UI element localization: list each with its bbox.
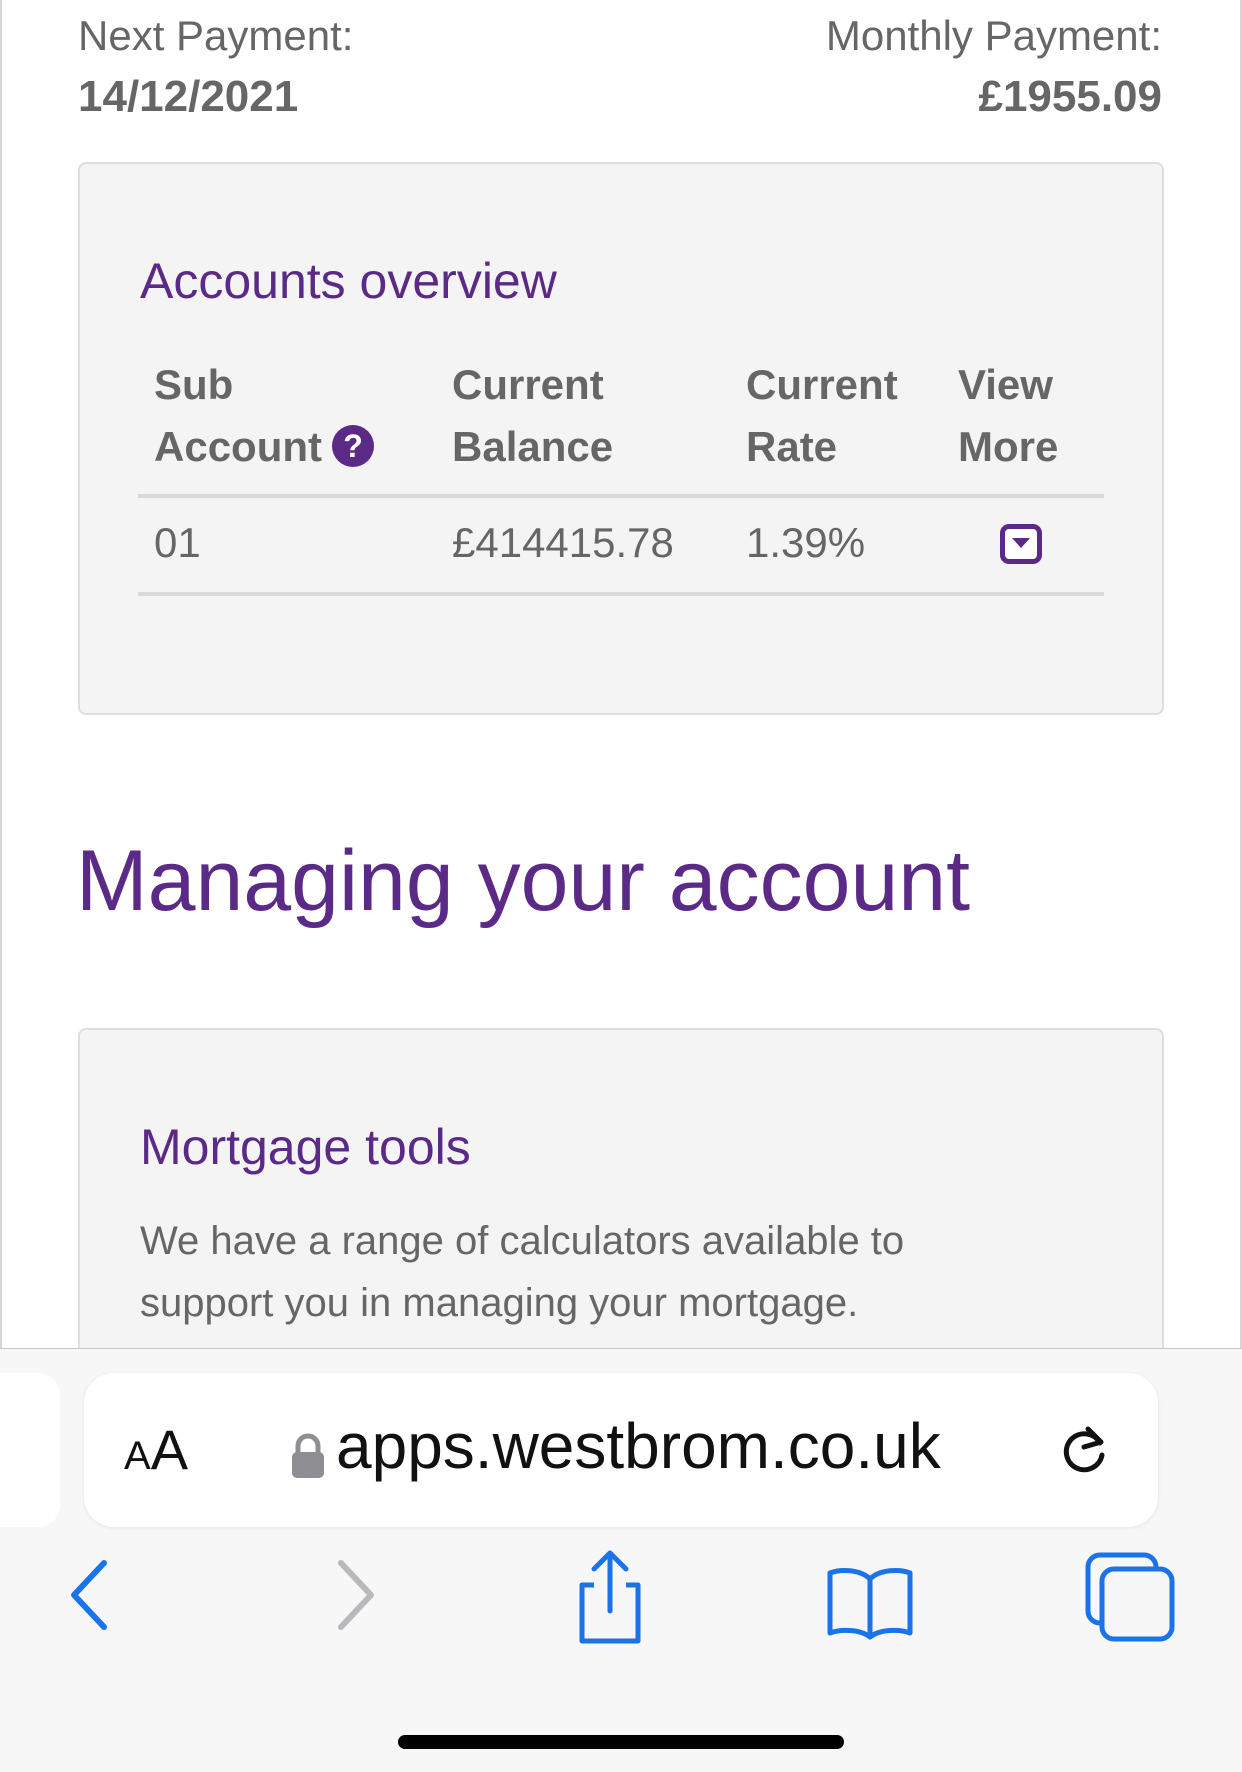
header-view-line2: More: [958, 423, 1059, 470]
previous-tab-preview[interactable]: [0, 1373, 60, 1527]
bookmarks-icon[interactable]: [820, 1545, 920, 1645]
monthly-payment-label: Monthly Payment:: [825, 12, 1162, 59]
header-current-balance: Current Balance: [452, 354, 613, 478]
monthly-payment-value: £1955.09: [978, 72, 1162, 121]
forward-icon[interactable]: [305, 1545, 405, 1645]
header-view-line1: View: [958, 361, 1053, 408]
url-text: apps.westbrom.co.uk: [336, 1410, 941, 1482]
header-balance-line2: Balance: [452, 423, 614, 470]
header-sub-account-line2: Account: [154, 423, 322, 470]
home-indicator: [398, 1735, 844, 1749]
header-rate-line2: Rate: [746, 423, 838, 470]
web-page: Next Payment: 14/12/2021 Monthly Payment…: [0, 0, 1242, 1348]
accounts-overview-card: Accounts overview Sub Account? Current B…: [78, 162, 1164, 715]
header-view-more: View More: [958, 354, 1058, 478]
share-icon[interactable]: [560, 1545, 660, 1645]
table-header-divider: [138, 494, 1104, 498]
mortgage-tools-description: We have a range of calculators available…: [140, 1219, 905, 1325]
mortgage-tools-card: Mortgage tools We have a range of calcul…: [78, 1028, 1164, 1348]
reload-icon[interactable]: [1054, 1421, 1114, 1481]
cell-rate: 1.39%: [746, 519, 866, 566]
table-row-divider: [138, 592, 1104, 596]
help-icon[interactable]: ?: [332, 425, 374, 467]
tabs-icon[interactable]: [1080, 1545, 1180, 1645]
header-balance-line1: Current: [452, 361, 604, 408]
header-current-rate: Current Rate: [746, 354, 898, 478]
aa-small-glyph: A: [124, 1434, 151, 1478]
cell-sub-account: 01: [154, 519, 201, 566]
next-payment-label: Next Payment:: [78, 12, 354, 59]
page-border-left: [0, 0, 2, 1348]
aa-large-glyph: A: [150, 1418, 189, 1481]
lock-icon: [292, 1433, 324, 1478]
browser-chrome: AA apps.westbrom.co.uk: [0, 1348, 1242, 1772]
next-payment-value: 14/12/2021: [78, 72, 299, 121]
cell-balance: £414415.78: [452, 519, 674, 566]
header-sub-account: Sub Account?: [154, 354, 374, 478]
header-sub-account-line1: Sub: [154, 361, 234, 408]
mortgage-tools-title: Mortgage tools: [140, 1119, 471, 1175]
expand-row-icon[interactable]: [1000, 524, 1042, 564]
header-rate-line1: Current: [746, 361, 898, 408]
address-bar[interactable]: AA apps.westbrom.co.uk: [84, 1373, 1158, 1527]
managing-account-heading: Managing your account: [76, 833, 971, 929]
reader-text-size-button[interactable]: AA: [124, 1417, 188, 1482]
accounts-overview-title: Accounts overview: [140, 253, 557, 309]
back-icon[interactable]: [40, 1545, 140, 1645]
